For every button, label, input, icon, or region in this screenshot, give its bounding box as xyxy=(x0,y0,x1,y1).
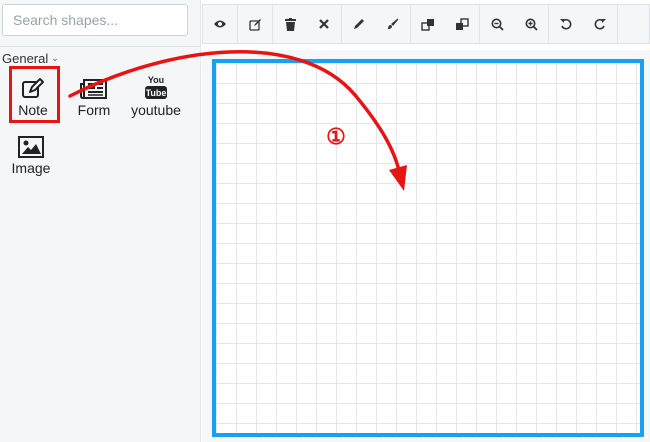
close-icon[interactable] xyxy=(307,5,341,43)
shape-form[interactable]: Form xyxy=(67,74,121,118)
bring-front-icon[interactable] xyxy=(411,5,445,43)
pencil-icon[interactable] xyxy=(342,5,376,43)
eye-icon[interactable] xyxy=(203,5,237,43)
shape-youtube[interactable]: You Tube youtube xyxy=(129,74,183,118)
canvas-area xyxy=(202,50,650,442)
toolbar-separator xyxy=(617,5,618,43)
shape-image[interactable]: Image xyxy=(4,132,58,176)
paint-brush-icon[interactable] xyxy=(376,5,410,43)
toolbar xyxy=(202,4,650,44)
shapes-sidebar: General ⌄ Note Form xyxy=(0,0,201,442)
zoom-out-icon[interactable] xyxy=(480,5,514,43)
drawing-canvas[interactable] xyxy=(212,59,644,437)
category-dropdown[interactable]: General ⌄ xyxy=(2,50,59,66)
send-back-icon[interactable] xyxy=(445,5,479,43)
search-input[interactable] xyxy=(2,4,188,36)
shape-youtube-label: youtube xyxy=(131,102,181,118)
newspaper-icon xyxy=(67,74,121,100)
sidebar-divider xyxy=(0,46,200,47)
chevron-down-icon: ⌄ xyxy=(51,52,59,63)
edit-icon[interactable] xyxy=(238,5,272,43)
category-label: General xyxy=(2,50,49,66)
shape-image-label: Image xyxy=(11,160,51,176)
youtube-icon: You Tube xyxy=(129,74,183,100)
trash-icon[interactable] xyxy=(273,5,307,43)
zoom-in-icon[interactable] xyxy=(514,5,548,43)
undo-icon[interactable] xyxy=(549,5,583,43)
svg-text:Tube: Tube xyxy=(146,88,167,98)
step-number: ① xyxy=(326,124,346,149)
note-highlight-box xyxy=(9,66,60,123)
redo-icon[interactable] xyxy=(583,5,617,43)
image-icon xyxy=(4,132,58,158)
shape-form-label: Form xyxy=(77,102,111,118)
svg-text:You: You xyxy=(148,75,164,85)
